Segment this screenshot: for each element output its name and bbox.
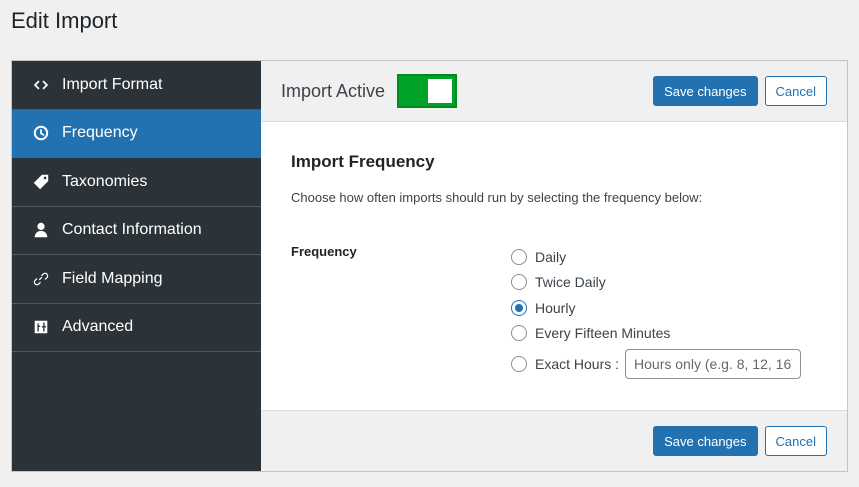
radio-hourly[interactable] — [511, 299, 527, 316]
clock-icon — [32, 124, 50, 142]
header-actions: Save changes Cancel — [653, 76, 827, 106]
tag-icon — [32, 173, 50, 191]
sidebar-item-label: Contact Information — [62, 221, 202, 239]
page-title: Edit Import — [11, 8, 118, 33]
sidebar-item-label: Frequency — [62, 124, 138, 142]
option-exact-hours[interactable]: Exact Hours : — [511, 348, 802, 380]
option-label: Every Fifteen Minutes — [535, 325, 671, 342]
user-icon — [32, 221, 50, 239]
sidebar-item-label: Advanced — [62, 318, 134, 336]
sidebar-item-advanced[interactable]: Advanced — [12, 304, 261, 352]
import-settings-panel: Import Format Frequency Taxonomies Conta… — [11, 60, 848, 472]
option-label: Daily — [535, 248, 567, 265]
exact-hours-input[interactable] — [625, 349, 802, 379]
sidebar-item-taxonomies[interactable]: Taxonomies — [12, 158, 261, 207]
frequency-section: Import Frequency Choose how often import… — [261, 122, 847, 410]
sidebar-item-label: Taxonomies — [62, 172, 148, 190]
import-active-toggle[interactable] — [397, 74, 458, 108]
link-icon — [32, 270, 50, 288]
save-button[interactable]: Save changes — [653, 76, 758, 106]
cancel-button[interactable]: Cancel — [764, 426, 827, 456]
save-button[interactable]: Save changes — [653, 426, 758, 456]
sidebar-item-label: Field Mapping — [62, 269, 163, 287]
option-daily[interactable]: Daily — [511, 244, 801, 270]
sidebar-item-import-format[interactable]: Import Format — [12, 61, 261, 110]
sidebar-item-field-mapping[interactable]: Field Mapping — [12, 255, 261, 304]
option-every-fifteen-minutes[interactable]: Every Fifteen Minutes — [511, 321, 801, 347]
radio-daily[interactable] — [511, 248, 527, 265]
header-bar: Import Active Save changes Cancel — [261, 61, 847, 122]
footer-bar: Save changes Cancel — [261, 410, 847, 471]
frequency-field-label: Frequency — [291, 244, 357, 259]
settings-sidebar: Import Format Frequency Taxonomies Conta… — [12, 61, 261, 471]
main-content: Import Active Save changes Cancel Import… — [261, 61, 847, 471]
sliders-icon — [32, 318, 50, 336]
section-description: Choose how often imports should run by s… — [291, 190, 703, 205]
cancel-button[interactable]: Cancel — [764, 76, 827, 106]
section-title: Import Frequency — [291, 152, 435, 171]
option-label: Hourly — [535, 299, 576, 316]
footer-actions: Save changes Cancel — [653, 426, 827, 456]
import-active-label: Import Active — [281, 80, 386, 101]
code-icon — [32, 76, 50, 94]
option-hourly[interactable]: Hourly — [511, 295, 801, 321]
radio-every-fifteen-minutes[interactable] — [511, 325, 527, 342]
sidebar-item-contact-information[interactable]: Contact Information — [12, 207, 261, 255]
option-label: Twice Daily — [535, 274, 606, 291]
option-label: Exact Hours : — [535, 356, 620, 372]
sidebar-item-frequency[interactable]: Frequency — [12, 109, 261, 158]
radio-twice-daily[interactable] — [511, 274, 527, 291]
frequency-options: Daily Twice Daily Hourly Every Fifteen M… — [511, 244, 802, 380]
sidebar-item-label: Import Format — [62, 75, 163, 93]
option-twice-daily[interactable]: Twice Daily — [511, 270, 801, 296]
radio-exact-hours[interactable] — [511, 356, 527, 372]
toggle-knob — [428, 79, 453, 103]
